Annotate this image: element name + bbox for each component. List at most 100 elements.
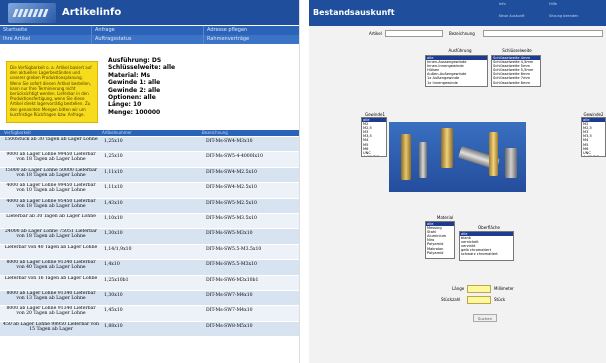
artikelnummer-cell: 1,4x10: [104, 262, 120, 268]
gewinde1-select[interactable]: alle M2 M2,5 M3 M3,5 M4 M5 M6 UNC 4-40UNC: [361, 117, 387, 157]
availability-cell: 9000 ab Lager Lohne 99450 Lieferbar von …: [6, 152, 96, 163]
oberflaeche-select[interactable]: alle blank vernickelt verzinkt gelb chromati…: [459, 231, 514, 261]
page-title: Artikelinfo: [62, 7, 122, 18]
detail-line: Menge: 100000: [108, 108, 161, 116]
artikelinfo-header: Artikelinfo: [0, 0, 299, 26]
detail-line: Optionen: alle: [108, 94, 156, 102]
table-row: 1500Stück ab 30 Tagen ab Lager Lohne 1,25…: [0, 137, 299, 153]
bestandsauskunft-panel: Bestandsauskunft Info Hilfe Neue Auskunf…: [309, 0, 606, 363]
nav-rahmenvertraege[interactable]: Rahmenverträge: [204, 35, 299, 44]
option[interactable]: Polyamid: [426, 251, 454, 255]
material-select[interactable]: alle Messing Stahl Aluminium Niro Polyamid Mak…: [425, 221, 455, 259]
bezeichnung-cell: DIT-Ms-SW5-M2.5x10: [206, 200, 257, 206]
table-row: 8000 ab Lager Lohne 91340 Lieferbar von …: [0, 306, 299, 322]
artikelnummer-cell: 1,11x10: [104, 185, 123, 191]
col-header: Artikelnummer: [102, 130, 132, 135]
stueckzahl-label: Stückzahl: [441, 297, 461, 302]
bezeichnung-cell: DIT-Ms-SW5-M3.5x10: [206, 215, 257, 221]
bezeichnung-input[interactable]: [483, 30, 603, 37]
laenge-input[interactable]: [467, 285, 491, 293]
availability-cell: Lieferbar ab 30 Tagen ab Lager Lohne: [6, 213, 96, 219]
availability-cell: 24000 ab Lager Lohne 75051 Lieferbar von…: [4, 229, 98, 240]
col-header: Bezeichnung: [202, 130, 228, 135]
artikelinfo-panel: Artikelinfo Startseite Anfrage Adresse p…: [0, 0, 300, 363]
availability-cell: 450 ab Lager Lohne 98950 Lieferbar von 1…: [3, 321, 99, 332]
bezeichnung-cell: DIT-Ms-SW7-M4x10: [206, 308, 253, 314]
stueckzahl-input[interactable]: [467, 296, 491, 304]
product-photo: [389, 122, 526, 192]
ausfuehrung-label: Ausführung: [448, 48, 472, 53]
detail-line: Ausführung: DS: [108, 57, 162, 64]
nav-sitzung-beenden[interactable]: Sitzung beenden: [549, 14, 579, 18]
laenge-label: Länge: [452, 286, 465, 291]
nav-adresse[interactable]: Adresse pflegen: [204, 26, 299, 35]
stueckzahl-unit: Stück: [494, 297, 506, 302]
bezeichnung-cell: DIT-Ms-SW8-M5x10: [206, 323, 253, 329]
schluesselweite-select[interactable]: Schlüsselweite 4mm Schlüsselweite 4,5mm Sc…: [491, 55, 541, 87]
artikelnummer-cell: 1,11x10: [104, 169, 123, 175]
artikelnummer-cell: 1,30x10: [104, 231, 123, 237]
artikelnummer-cell: 1,14/1,9x10: [104, 246, 132, 252]
availability-cell: 8000 ab Lager Lohne 91340 Lieferbar von …: [6, 290, 96, 301]
nav-row-2: Ihre Artikel Auftragsstatus Rahmenverträ…: [0, 35, 299, 44]
nav-row-1: Startseite Anfrage Adresse pflegen: [0, 26, 299, 35]
nav-ihre-artikel[interactable]: Ihre Artikel: [0, 35, 92, 44]
availability-cell: 1500Stück ab 30 Tagen ab Lager Lohne: [4, 137, 98, 142]
availability-cell: 15000 ab Lager Lohne 50000 Lieferbar von…: [4, 167, 98, 178]
table-row: Lieferbar von 40 Tagen ab Lager Lohne 1,1…: [0, 244, 299, 261]
nav-anfrage[interactable]: Anfrage: [92, 26, 204, 35]
page-title: Bestandsauskunft: [313, 8, 395, 17]
search-form: Artikel Bezeichnung Ausführung Schlüssel…: [309, 26, 606, 363]
artikelnummer-cell: 1,25x10: [104, 154, 123, 160]
availability-cell: 8000 ab Lager Lohne 91340 Lieferbar von …: [6, 260, 96, 271]
bezeichnung-cell: DIT-Ms-SW7-M4x10: [206, 292, 253, 298]
nav-neue-auskunft[interactable]: Neue Auskunft: [499, 14, 525, 18]
search-bar: Artikel Bezeichnung: [361, 30, 604, 38]
table-row: Lieferbar von 16 Tagen ab Lager Lohne 1,2…: [0, 275, 299, 291]
artikelnummer-cell: 1,88x10: [104, 323, 123, 329]
info-section: Die Verfügbarkeit o. a. Artikel basiert …: [0, 56, 299, 126]
search-button[interactable]: Suchen: [473, 314, 497, 322]
artikel-label: Artikel: [369, 31, 382, 36]
detail-line: Schlüsselweite: alle: [108, 64, 176, 72]
artikelnummer-cell: 1,25x10: [104, 139, 123, 144]
ausfuehrung-select[interactable]: alle Innen-Aussengewinde Innen-Innengewind…: [425, 55, 488, 87]
bezeichnung-cell: DIT-Ms-SW4-M2.5x10: [206, 185, 257, 191]
option[interactable]: 4-40UNC: [362, 155, 386, 156]
detail-line: Gewinde 1: alle: [108, 79, 161, 87]
table-row: 450 ab Lager Lohne 98950 Lieferbar von 1…: [0, 321, 299, 338]
option[interactable]: schwarz chromatiert: [460, 252, 513, 256]
table-row: 9000 ab Lager Lohne 99450 Lieferbar von …: [0, 152, 299, 168]
availability-cell: 8000 ab Lager Lohne 91340 Lieferbar von …: [6, 306, 96, 317]
oberflaeche-label: Oberfläche: [478, 225, 500, 230]
table-row: 4000 ab Lager Lohne 95450 Lieferbar von …: [0, 198, 299, 214]
gewinde2-select[interactable]: alle M2 M2,5 M3 M3,5 M4 M5 M6 UNC 4-40UNC: [581, 117, 606, 157]
nav-hilfe[interactable]: Hilfe: [549, 2, 557, 6]
table-row: 4000 ab Lager Lohne 99450 Lieferbar von …: [0, 183, 299, 199]
bezeichnung-cell: DIT-Ms-SW6-M3x10b1: [206, 277, 259, 283]
query-details: Ausführung: DS Schlüsselweite: alle Mate…: [108, 57, 175, 116]
bezeichnung-cell: DIT-Ms-SW4-M2.5x10: [206, 169, 257, 175]
option[interactable]: 1x Innengewinde: [426, 81, 487, 85]
nav-auftragsstatus[interactable]: Auftragsstatus: [92, 35, 204, 44]
option[interactable]: Schlüsselweite 8mm: [492, 81, 540, 85]
bezeichnung-cell: DIT-Ms-SW5.5-M3x10: [206, 262, 257, 268]
detail-line: Material: Ms: [108, 71, 151, 79]
availability-cell: 4000 ab Lager Lohne 99450 Lieferbar von …: [6, 183, 96, 194]
availability-cell: 4000 ab Lager Lohne 95450 Lieferbar von …: [6, 198, 96, 209]
nav-info[interactable]: Info: [499, 2, 506, 6]
results-table: 1500Stück ab 30 Tagen ab Lager Lohne 1,25…: [0, 137, 299, 338]
artikelnummer-cell: 1,43x10: [104, 200, 123, 206]
availability-cell: Lieferbar von 40 Tagen ab Lager Lohne: [4, 244, 98, 250]
option[interactable]: 4-40UNC: [582, 155, 605, 156]
artikelnummer-cell: 1,10x10: [104, 215, 123, 221]
bezeichnung-cell: DIT-Ms-SW4-M3x10: [206, 139, 253, 144]
availability-note: Die Verfügbarkeit o. a. Artikel basiert …: [6, 61, 98, 123]
detail-line: Länge: 10: [108, 101, 142, 109]
table-row: 8000 ab Lager Lohne 91340 Lieferbar von …: [0, 290, 299, 307]
bezeichnung-cell: DIT-Ms-SW5-4-4000Ix10: [206, 154, 263, 160]
artikelnummer-cell: 1,45x10: [104, 308, 123, 314]
bezeichnung-cell: DIT-Ms-SW5-M3x10: [206, 231, 253, 237]
nav-startseite[interactable]: Startseite: [0, 26, 92, 35]
artikel-input[interactable]: [385, 30, 443, 37]
